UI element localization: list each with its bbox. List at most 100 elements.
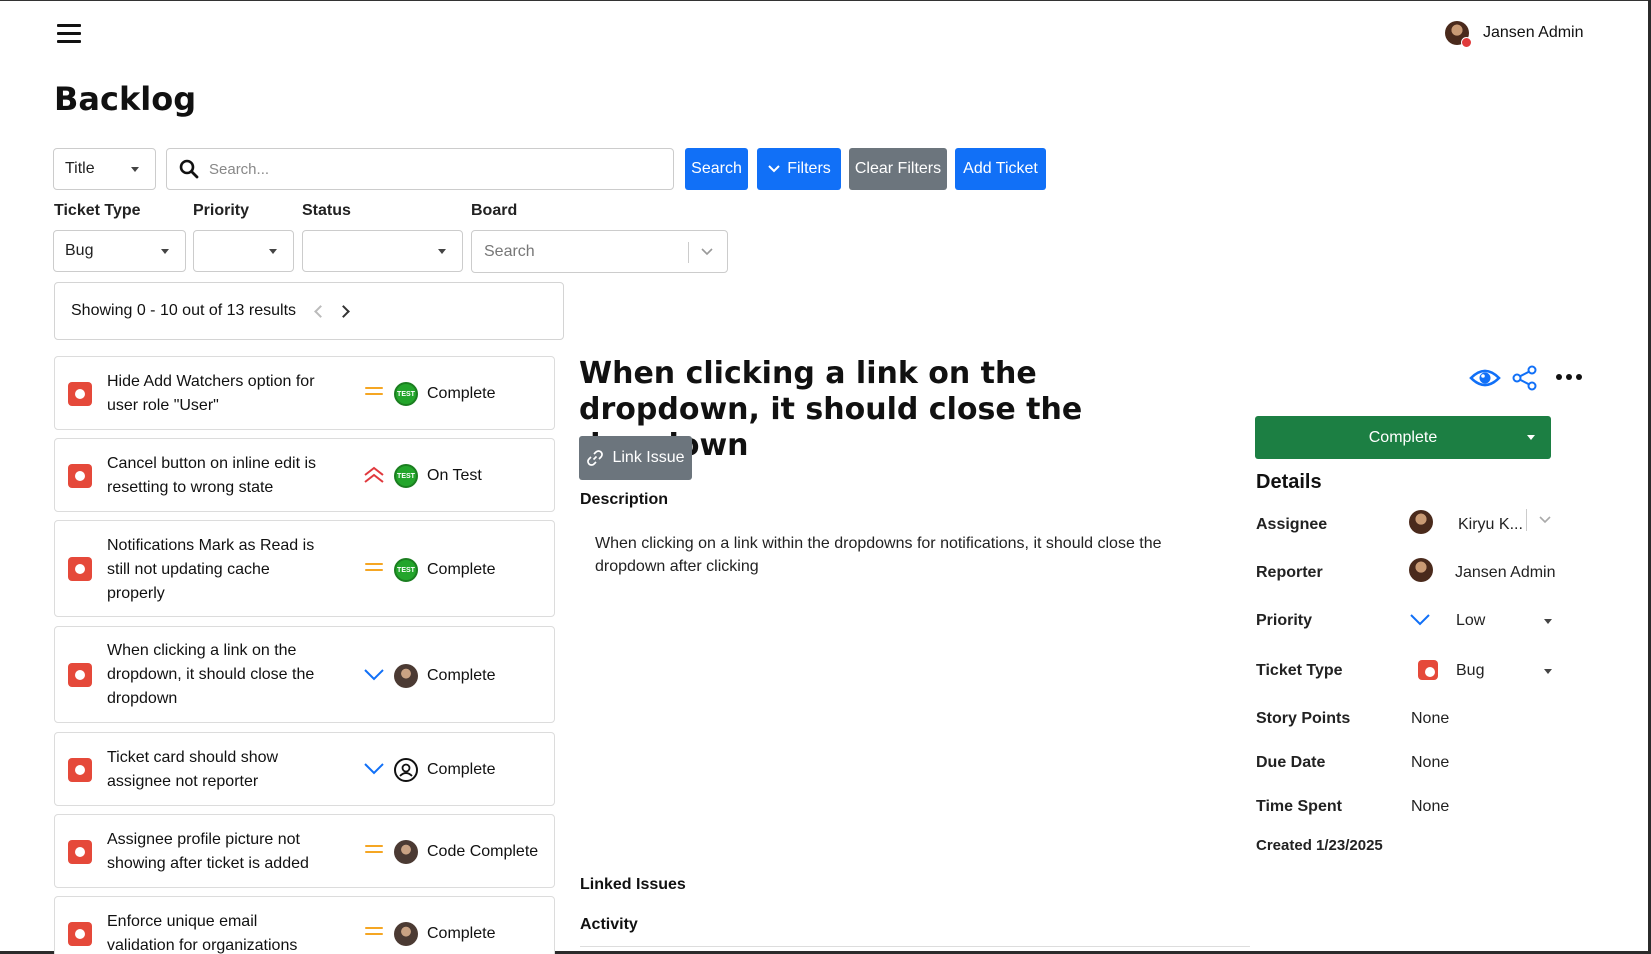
ticket-card[interactable]: Assignee profile picture not showing aft… (54, 814, 555, 888)
due-date-value[interactable]: None (1411, 754, 1449, 772)
linked-issues-heading: Linked Issues (580, 876, 686, 893)
ticket-title: Hide Add Watchers option for user role "… (107, 373, 315, 414)
chevron-down-icon[interactable] (1538, 514, 1552, 526)
activity-heading: Activity (580, 916, 638, 933)
bug-icon (68, 922, 92, 946)
priority-medium-icon (363, 383, 385, 403)
search-field-value: Title (65, 160, 95, 177)
assignee-avatar (394, 664, 418, 688)
status-dropdown-button[interactable]: Complete (1255, 416, 1551, 459)
link-icon (587, 450, 604, 466)
ticket-status: On Test (427, 467, 482, 484)
next-page-icon[interactable] (337, 304, 350, 318)
select-separator (1526, 509, 1527, 531)
priority-low-icon (364, 669, 384, 681)
notification-dot (1461, 37, 1472, 48)
watch-eye-icon[interactable] (1469, 366, 1501, 390)
priority-medium-icon (363, 841, 385, 861)
status-label: Status (302, 202, 351, 219)
test-badge-icon: TEST (394, 558, 418, 582)
priority-medium-icon (363, 923, 385, 943)
ticket-card[interactable]: When clicking a link on the dropdown, it… (54, 626, 555, 723)
filters-button[interactable]: Filters (757, 148, 841, 190)
status-select[interactable] (302, 230, 463, 272)
ticket-type-value[interactable]: Bug (1456, 662, 1484, 680)
ticket-card[interactable]: Hide Add Watchers option for user role "… (54, 356, 555, 430)
priority-value[interactable]: Low (1456, 612, 1485, 630)
chevron-down-icon (701, 248, 713, 256)
reporter-value: Jansen Admin (1455, 564, 1556, 581)
time-spent-value[interactable]: None (1411, 798, 1449, 816)
ticket-title: Cancel button on inline edit is resettin… (107, 455, 317, 496)
priority-medium-icon (363, 559, 385, 579)
story-points-value[interactable]: None (1411, 710, 1449, 728)
priority-highest-icon (364, 466, 384, 483)
search-placeholder: Search... (209, 160, 270, 178)
ticket-type-select[interactable]: Bug (53, 230, 186, 272)
description-text[interactable]: When clicking on a link within the dropd… (595, 532, 1175, 578)
test-badge-icon: TEST (394, 464, 418, 488)
search-button[interactable]: Search (685, 148, 748, 190)
ticket-status: Complete (427, 925, 496, 942)
ticket-status: Code Complete (427, 843, 539, 860)
ticket-title: Notifications Mark as Read is still not … (107, 537, 315, 602)
window-top-border (0, 0, 1651, 1)
bug-icon (1418, 660, 1438, 680)
ticket-type-value: Bug (65, 242, 94, 259)
clear-filters-button[interactable]: Clear Filters (849, 148, 947, 190)
story-points-label: Story Points (1256, 710, 1351, 727)
ticket-status: Complete (427, 667, 496, 684)
select-separator (688, 242, 689, 263)
board-label: Board (471, 202, 518, 219)
board-placeholder: Search (484, 242, 535, 260)
more-options-icon[interactable] (1555, 372, 1583, 382)
priority-label: Priority (193, 202, 250, 219)
due-date-label: Due Date (1256, 754, 1326, 771)
previous-page-icon[interactable] (314, 304, 327, 318)
chevron-down-icon[interactable] (1544, 619, 1552, 624)
description-heading: Description (580, 491, 669, 508)
ticket-title: When clicking a link on the dropdown, it… (107, 642, 315, 707)
ticket-type-label: Ticket Type (1256, 662, 1343, 679)
results-bar: Showing 0 - 10 out of 13 results (54, 282, 564, 340)
assignee-avatar (394, 922, 418, 946)
bug-icon (68, 382, 92, 406)
user-menu[interactable]: Jansen Admin (1445, 21, 1584, 48)
results-text: Showing 0 - 10 out of 13 results (71, 302, 297, 319)
ticket-title: Enforce unique email validation for orga… (107, 913, 298, 954)
ticket-card[interactable]: Cancel button on inline edit is resettin… (54, 438, 555, 512)
search-icon (179, 159, 199, 179)
pagination (314, 304, 350, 318)
priority-select[interactable] (193, 230, 294, 272)
priority-label: Priority (1256, 612, 1313, 629)
chevron-down-icon (131, 167, 139, 172)
chevron-down-icon (768, 165, 780, 173)
ticket-card[interactable]: Ticket card should show assignee not rep… (54, 732, 555, 806)
filters-button-label: Filters (787, 160, 831, 177)
chevron-down-icon (161, 249, 169, 254)
link-issue-label: Link Issue (612, 449, 685, 466)
ticket-status: Complete (427, 561, 496, 578)
bug-icon (68, 464, 92, 488)
chevron-down-icon[interactable] (1544, 669, 1552, 674)
ticket-card[interactable]: Enforce unique email validation for orga… (54, 896, 555, 954)
link-issue-button[interactable]: Link Issue (579, 436, 692, 480)
test-badge-icon: TEST (394, 382, 418, 406)
ticket-status: Complete (427, 761, 496, 778)
user-avatar (1445, 21, 1472, 48)
share-icon[interactable] (1511, 364, 1539, 392)
assignee-value[interactable]: Kiryu K... (1458, 516, 1523, 534)
ticket-card[interactable]: Notifications Mark as Read is still not … (54, 520, 555, 617)
ticket-title: Ticket card should show assignee not rep… (107, 749, 279, 790)
search-field-select[interactable]: Title (53, 148, 156, 190)
assignee-label: Assignee (1256, 516, 1328, 533)
user-outline-icon (394, 758, 418, 782)
assignee-avatar (1409, 510, 1433, 534)
board-select[interactable]: Search (471, 230, 728, 273)
ticket-status: Complete (427, 385, 496, 402)
add-ticket-button[interactable]: Add Ticket (955, 148, 1046, 190)
search-input[interactable]: Search... (166, 148, 674, 190)
assignee-avatar (394, 840, 418, 864)
user-name: Jansen Admin (1483, 24, 1584, 41)
menu-icon[interactable] (57, 24, 81, 44)
